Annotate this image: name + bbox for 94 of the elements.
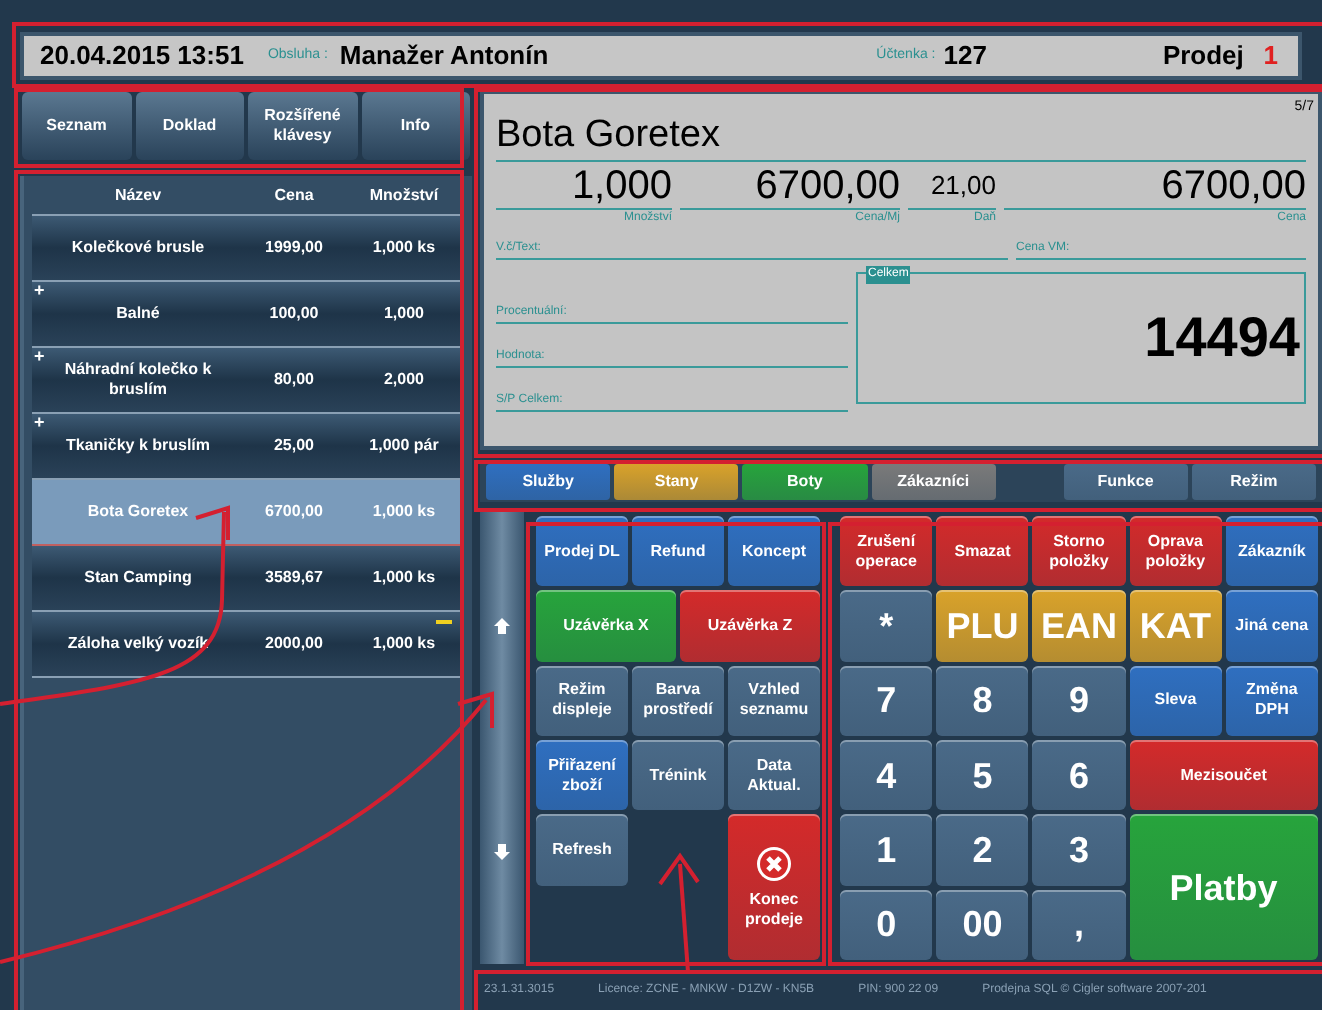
nav-button[interactable]: Doklad bbox=[135, 92, 244, 160]
operator-name: Manažer Antonín bbox=[339, 38, 549, 75]
key-button[interactable]: Vzhled seznamu bbox=[728, 665, 820, 736]
category-tab[interactable]: Zákazníci bbox=[871, 464, 996, 500]
item-row[interactable]: Kolečkové brusle 1999,00 1,000 ks bbox=[32, 216, 464, 282]
key-button[interactable]: Sleva bbox=[1129, 665, 1222, 736]
item-quantity: 1,000 pár bbox=[367, 434, 441, 458]
total-amount: 14494 bbox=[1144, 304, 1300, 372]
date-time: 20.04.2015 13:51 bbox=[40, 38, 244, 75]
item-row[interactable]: + Náhradní kolečko k bruslím 80,00 2,000 bbox=[32, 348, 464, 414]
key-button[interactable]: Změna DPH bbox=[1225, 665, 1318, 736]
item-quantity: 1,000 ks bbox=[370, 566, 438, 590]
key-button[interactable]: , bbox=[1032, 889, 1126, 960]
category-tab[interactable]: Funkce bbox=[1063, 464, 1188, 500]
item-quantity: 1,000 ks bbox=[370, 500, 438, 524]
key-button[interactable]: 5 bbox=[936, 739, 1029, 811]
receipt-number: 127 bbox=[943, 38, 987, 75]
item-name: Náhradní kolečko k bruslím bbox=[62, 360, 214, 400]
key-button[interactable]: Refund bbox=[632, 516, 724, 587]
item-row[interactable]: Záloha velký vozík 2000,00 1,000 ks bbox=[32, 612, 464, 678]
item-title: Bota Goretex bbox=[496, 114, 1306, 162]
key-button[interactable]: 8 bbox=[936, 665, 1029, 736]
arrow-down-icon[interactable] bbox=[494, 843, 510, 859]
item-row[interactable]: + Balné 100,00 1,000 bbox=[32, 282, 464, 348]
key-button[interactable]: 6 bbox=[1032, 739, 1126, 811]
key-button[interactable]: Přiřazení zboží bbox=[536, 739, 628, 811]
detail-value: 1,000 bbox=[496, 164, 672, 210]
item-row[interactable]: Stan Camping 3589,67 1,000 ks bbox=[32, 546, 464, 612]
key-button[interactable]: Režim displeje bbox=[536, 665, 628, 736]
key-button[interactable]: 3 bbox=[1032, 814, 1126, 886]
detail-value: 21,00 bbox=[908, 164, 996, 210]
key-button[interactable]: Uzávěrka X bbox=[536, 590, 676, 662]
detail-value: 6700,00 bbox=[1004, 164, 1306, 210]
row-marker: + bbox=[34, 282, 45, 300]
item-quantity: 1,000 ks bbox=[370, 632, 438, 656]
key-button[interactable]: Barva prostředí bbox=[632, 665, 724, 736]
row-marker: + bbox=[34, 348, 45, 366]
key-button[interactable]: 4 bbox=[840, 739, 933, 811]
item-price: 3589,67 bbox=[263, 566, 325, 590]
annotation-arrow bbox=[658, 852, 700, 973]
item-name: Tkaničky k bruslím bbox=[63, 436, 213, 456]
key-button[interactable]: 00 bbox=[936, 889, 1029, 960]
item-name: Záloha velký vozík bbox=[65, 634, 211, 654]
item-quantity: 1,000 bbox=[381, 302, 427, 326]
nav-button[interactable]: Rozšířené klávesy bbox=[248, 92, 357, 160]
key-button[interactable]: Data Aktual. bbox=[728, 739, 820, 811]
key-button[interactable]: Zrušení operace bbox=[840, 516, 933, 587]
key-button[interactable]: Oprava položky bbox=[1129, 516, 1222, 587]
item-price: 100,00 bbox=[267, 302, 321, 326]
category-tab[interactable]: Služby bbox=[486, 464, 611, 500]
arrow-up-icon[interactable] bbox=[494, 617, 510, 633]
item-name: Kolečkové brusle bbox=[69, 238, 207, 258]
detail-value: 6700,00 bbox=[680, 164, 900, 210]
key-button[interactable]: Jiná cena bbox=[1225, 590, 1318, 662]
item-name: Balné bbox=[114, 304, 162, 324]
close-icon bbox=[756, 845, 792, 882]
nav-button[interactable]: Info bbox=[361, 92, 470, 160]
item-name: Bota Goretex bbox=[85, 502, 191, 522]
key-button[interactable]: 9 bbox=[1032, 665, 1126, 736]
category-tab[interactable]: Boty bbox=[742, 464, 868, 500]
key-button[interactable]: Koncept bbox=[728, 516, 820, 587]
scroll-bar[interactable] bbox=[480, 512, 524, 964]
key-button[interactable]: Zákazník bbox=[1225, 516, 1318, 587]
item-price: 6700,00 bbox=[263, 500, 325, 524]
item-price: 80,00 bbox=[271, 368, 317, 392]
item-quantity: 2,000 bbox=[381, 368, 427, 392]
key-button[interactable]: Trénink bbox=[632, 739, 724, 811]
item-price: 2000,00 bbox=[263, 632, 325, 656]
key-button[interactable]: * bbox=[840, 590, 933, 662]
column-header: Název bbox=[112, 183, 164, 207]
key-button[interactable]: Mezisoučet bbox=[1129, 739, 1318, 811]
key-button[interactable]: Uzávěrka Z bbox=[680, 590, 820, 662]
key-button[interactable]: 0 bbox=[840, 889, 933, 960]
row-marker: + bbox=[34, 414, 45, 432]
key-button[interactable]: Smazat bbox=[936, 516, 1029, 587]
nav-button[interactable]: Seznam bbox=[22, 92, 131, 160]
counter: 1 bbox=[1263, 38, 1278, 75]
item-name: Stan Camping bbox=[82, 568, 194, 588]
key-button[interactable]: 7 bbox=[840, 665, 933, 736]
key-button[interactable]: 2 bbox=[936, 814, 1029, 886]
category-tab[interactable]: Režim bbox=[1191, 464, 1317, 500]
column-header: Množství bbox=[367, 183, 441, 207]
key-button[interactable]: Refresh bbox=[536, 814, 628, 886]
key-button[interactable]: Platby bbox=[1129, 814, 1318, 960]
column-header: Cena bbox=[272, 183, 316, 207]
key-button[interactable]: Konec prodeje bbox=[728, 814, 820, 960]
key-button[interactable]: 1 bbox=[840, 814, 933, 886]
item-price: 25,00 bbox=[271, 434, 317, 458]
item-row[interactable]: + Tkaničky k bruslím 25,00 1,000 pár bbox=[32, 414, 464, 480]
key-button[interactable]: Prodej DL bbox=[536, 516, 628, 587]
mode-label: Prodej bbox=[1162, 38, 1244, 75]
item-quantity: 1,000 ks bbox=[370, 236, 438, 260]
key-button[interactable]: Storno položky bbox=[1032, 516, 1126, 587]
item-price: 1999,00 bbox=[263, 236, 325, 260]
